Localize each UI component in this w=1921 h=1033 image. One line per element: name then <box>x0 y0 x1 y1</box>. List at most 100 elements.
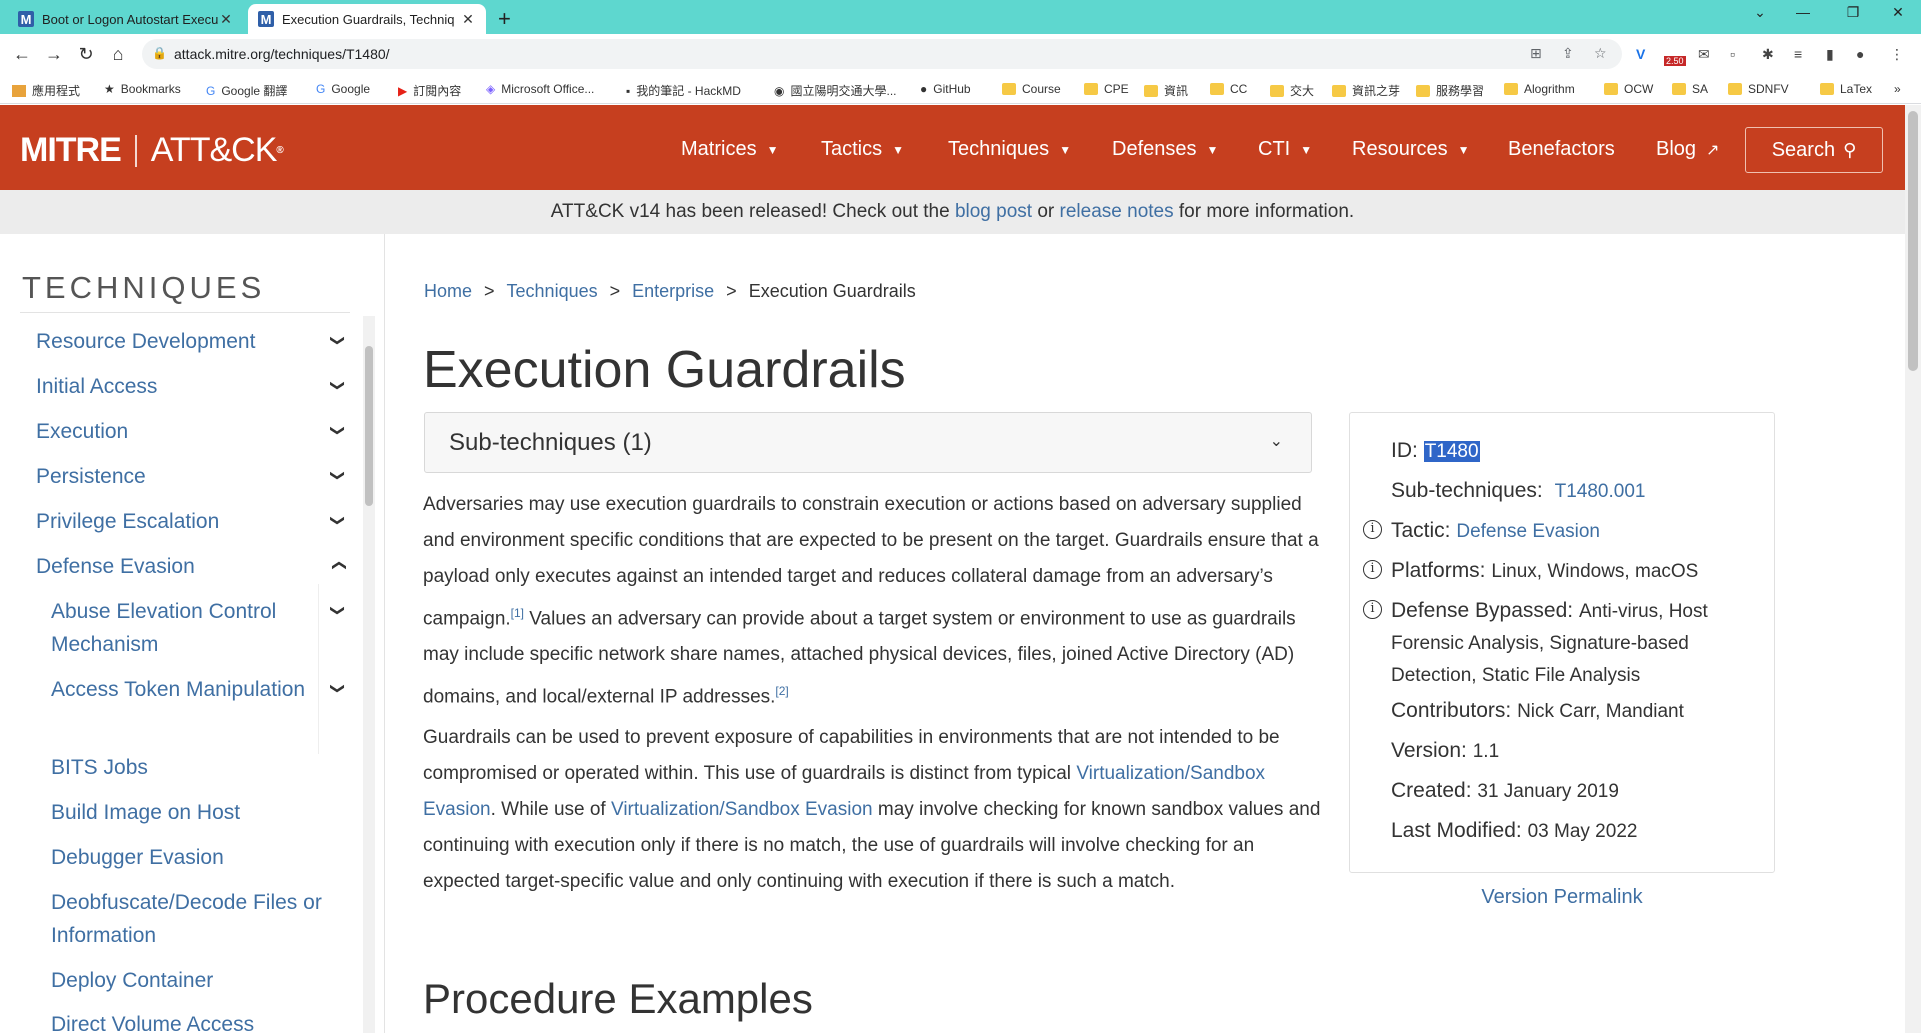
breadcrumb-enterprise[interactable]: Enterprise <box>632 281 714 302</box>
mail-icon[interactable]: ✉ <box>1698 46 1710 63</box>
bookmark-item[interactable]: G Google 翻譯 <box>206 82 287 99</box>
sidebar-item-execution[interactable]: Execution <box>36 415 346 448</box>
chevron-down-icon[interactable]: ❯ <box>329 515 346 527</box>
sandbox-evasion-link[interactable]: Virtualization/Sandbox Evasion <box>611 799 873 820</box>
blog-post-link[interactable]: blog post <box>955 201 1032 222</box>
nav-resources[interactable]: Resources ▼ <box>1352 138 1470 161</box>
new-tab-icon[interactable]: + <box>498 6 511 32</box>
close-window-icon[interactable]: ✕ <box>1878 4 1918 21</box>
media-icon[interactable]: ≡ <box>1794 46 1802 62</box>
translate-icon[interactable]: ⊞ <box>1530 45 1542 62</box>
bookmark-folder[interactable]: 資訊 <box>1144 82 1188 99</box>
chevron-up-icon[interactable]: ❯ <box>329 560 346 572</box>
bookmark-item[interactable]: 應用程式 <box>12 82 80 99</box>
bookmark-folder[interactable]: 服務學習 <box>1416 82 1484 99</box>
bookmark-item[interactable]: ★ Bookmarks <box>104 82 181 96</box>
sidebar-item-defense-evasion[interactable]: Defense Evasion <box>36 550 346 583</box>
sidebar-item-privilege-escalation[interactable]: Privilege Escalation <box>36 505 346 538</box>
extension-icon[interactable]: ▫ <box>1730 46 1735 62</box>
forward-icon[interactable]: → <box>42 42 66 66</box>
back-icon[interactable]: ← <box>10 42 34 66</box>
page-scrollbar-thumb[interactable] <box>1908 111 1918 371</box>
nav-blog[interactable]: Blog ↗ <box>1656 138 1719 161</box>
bookmark-folder[interactable]: CC <box>1210 82 1247 96</box>
tab-search-icon[interactable]: ⌄ <box>1740 4 1780 21</box>
browser-tab-execution-guardrails[interactable]: M Execution Guardrails, Techniq ✕ <box>248 4 486 34</box>
share-icon[interactable]: ⇪ <box>1562 45 1574 62</box>
chevron-down-icon[interactable]: ❯ <box>329 683 346 695</box>
sidebar-item-direct-volume-access[interactable]: Direct Volume Access <box>51 1008 341 1033</box>
breadcrumb-techniques[interactable]: Techniques <box>507 281 598 302</box>
nav-tactics[interactable]: Tactics ▼ <box>821 138 904 161</box>
minimize-icon[interactable]: — <box>1783 4 1823 20</box>
citation-1[interactable]: [1] <box>511 606 524 620</box>
sidebar-item-persistence[interactable]: Persistence <box>36 460 346 493</box>
chevron-down-icon[interactable]: ❯ <box>329 380 346 392</box>
bookmark-item[interactable]: ◈ Microsoft Office... <box>486 82 594 96</box>
address-bar[interactable]: 🔒 attack.mitre.org/techniques/T1480/ ⊞ ⇪… <box>142 39 1622 69</box>
release-notes-link[interactable]: release notes <box>1060 201 1174 222</box>
sidebar-item-build-image-on-host[interactable]: Build Image on Host <box>51 796 341 829</box>
bookmark-item[interactable]: ● GitHub <box>920 82 971 96</box>
extension-badge[interactable]: 2.50 <box>1664 56 1686 66</box>
home-icon[interactable]: ⌂ <box>106 42 130 66</box>
sidebar-item-deobfuscate-decode[interactable]: Deobfuscate/Decode Files or Information <box>51 886 341 952</box>
bookmark-item[interactable]: G Google <box>316 82 370 96</box>
search-button[interactable]: Search ⚲ <box>1745 127 1883 173</box>
citation-2[interactable]: [2] <box>775 684 788 698</box>
bookmark-folder[interactable]: SDNFV <box>1728 82 1789 96</box>
subtechniques-dropdown[interactable]: Sub-techniques (1) ⌄ <box>424 412 1312 473</box>
sidebar-scrollbar-thumb[interactable] <box>365 346 373 506</box>
site-logo[interactable]: MITRE ATT&CK ® <box>20 131 284 170</box>
sidebar-item-abuse-elevation-control[interactable]: Abuse Elevation Control Mechanism <box>51 595 341 661</box>
sidebar-scrollbar[interactable] <box>363 316 375 1033</box>
lock-icon[interactable]: 🔒 <box>152 46 167 60</box>
bookmark-item[interactable]: ▪ 我的筆記 - HackMD <box>626 82 741 99</box>
avatar[interactable]: ● <box>1856 46 1864 62</box>
bookmark-folder[interactable]: SA <box>1672 82 1708 96</box>
menu-kebab-icon[interactable]: ⋮ <box>1890 46 1904 63</box>
sidebar-item-initial-access[interactable]: Initial Access <box>36 370 346 403</box>
close-tab-icon[interactable]: ✕ <box>218 11 234 28</box>
bookmark-folder[interactable]: Course <box>1002 82 1061 96</box>
sidebar-item-access-token-manipulation[interactable]: Access Token Manipulation <box>51 673 341 706</box>
chevron-down-icon[interactable]: ❯ <box>329 335 346 347</box>
chevron-down-icon[interactable]: ❯ <box>329 605 346 617</box>
bookmark-folder[interactable]: OCW <box>1604 82 1653 96</box>
more-bookmarks-icon[interactable]: » <box>1894 82 1901 96</box>
nav-techniques[interactable]: Techniques ▼ <box>948 138 1071 161</box>
bookmark-folder[interactable]: 資訊之芽 <box>1332 82 1400 99</box>
maximize-icon[interactable]: ❐ <box>1833 4 1873 21</box>
chevron-down-icon[interactable]: ❯ <box>329 425 346 437</box>
browser-tab-boot-logon[interactable]: M Boot or Logon Autostart Execu ✕ <box>8 4 244 34</box>
page-scrollbar[interactable] <box>1905 105 1921 1033</box>
bookmark-item[interactable]: ◉ 國立陽明交通大學... <box>774 82 897 99</box>
close-tab-icon[interactable]: ✕ <box>460 11 476 28</box>
version-permalink[interactable]: Version Permalink <box>1349 886 1775 909</box>
puzzle-icon[interactable]: ✱ <box>1762 46 1774 63</box>
nav-cti[interactable]: CTI ▼ <box>1258 138 1312 161</box>
bookmark-folder[interactable]: Alogrithm <box>1504 82 1575 96</box>
sidepanel-icon[interactable]: ▮ <box>1826 46 1834 63</box>
reload-icon[interactable]: ↻ <box>74 42 98 66</box>
subtechnique-link[interactable]: T1480.001 <box>1555 481 1646 502</box>
tactic-link[interactable]: Defense Evasion <box>1456 521 1600 542</box>
info-icon[interactable]: i <box>1363 560 1382 579</box>
bookmark-folder[interactable]: 交大 <box>1270 82 1314 99</box>
sidebar-item-resource-development[interactable]: Resource Development <box>36 325 346 358</box>
bookmark-star-icon[interactable]: ☆ <box>1594 45 1607 62</box>
info-icon[interactable]: i <box>1363 520 1382 539</box>
nav-defenses[interactable]: Defenses ▼ <box>1112 138 1218 161</box>
nav-benefactors[interactable]: Benefactors <box>1508 138 1615 161</box>
info-icon[interactable]: i <box>1363 600 1382 619</box>
bookmark-item[interactable]: ▶ 訂閱內容 <box>398 82 461 99</box>
breadcrumb-home[interactable]: Home <box>424 281 472 302</box>
url-text[interactable]: attack.mitre.org/techniques/T1480/ <box>174 46 390 62</box>
bookmark-folder[interactable]: CPE <box>1084 82 1129 96</box>
sidebar-item-bits-jobs[interactable]: BITS Jobs <box>51 751 341 784</box>
nav-matrices[interactable]: Matrices ▼ <box>681 138 778 161</box>
sidebar-item-deploy-container[interactable]: Deploy Container <box>51 964 341 997</box>
sidebar-item-debugger-evasion[interactable]: Debugger Evasion <box>51 841 341 874</box>
chevron-down-icon[interactable]: ❯ <box>329 470 346 482</box>
extension-v-icon[interactable]: V <box>1636 46 1645 62</box>
